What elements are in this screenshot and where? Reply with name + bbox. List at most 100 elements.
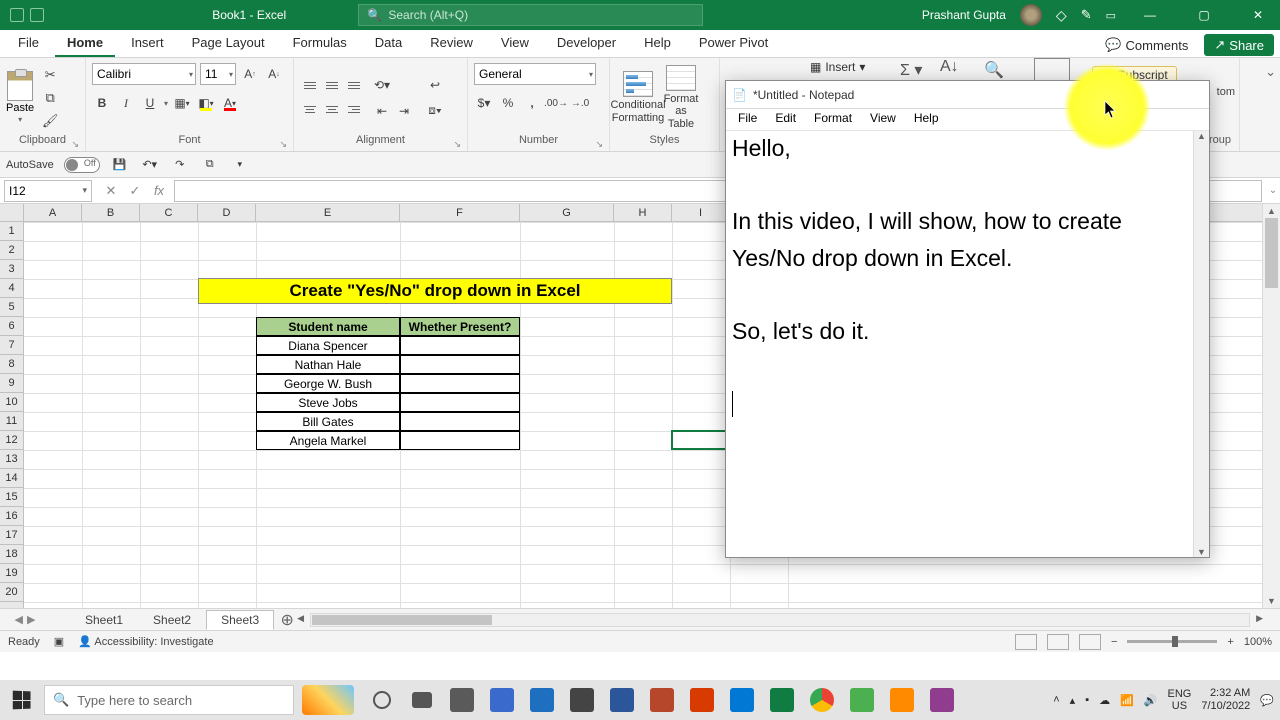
paste-button[interactable]: Paste ▾ [6, 71, 34, 124]
increase-font-icon[interactable]: A↑ [240, 63, 260, 85]
row-header[interactable]: 18 [0, 545, 23, 564]
column-header[interactable]: C [140, 204, 198, 221]
cancel-formula-icon[interactable]: ✕ [100, 181, 122, 201]
increase-indent-button[interactable]: ⇥ [394, 100, 414, 122]
sheet-tab[interactable]: Sheet1 [70, 610, 138, 630]
row-header[interactable]: 20 [0, 583, 23, 602]
taskbar-app[interactable] [722, 680, 762, 720]
clock[interactable]: 2:32 AM7/10/2022 [1201, 687, 1250, 713]
sheet-tab[interactable]: Sheet2 [138, 610, 206, 630]
column-header[interactable]: G [520, 204, 614, 221]
decrease-indent-button[interactable]: ⇤ [372, 100, 392, 122]
notepad-titlebar[interactable]: 📄 *Untitled - Notepad [726, 81, 1209, 109]
zoom-slider[interactable] [1127, 640, 1217, 643]
tray-icon[interactable]: ☁ [1099, 694, 1110, 707]
row-header[interactable]: 3 [0, 260, 23, 279]
table-cell[interactable] [400, 374, 520, 393]
comma-button[interactable]: , [522, 92, 542, 114]
normal-view-button[interactable] [1015, 634, 1037, 650]
align-top-button[interactable] [300, 75, 320, 97]
diamond-icon[interactable]: ◇ [1056, 7, 1067, 24]
table-cell[interactable] [400, 393, 520, 412]
touch-mode-icon[interactable]: ⧉ [200, 155, 220, 175]
taskbar-app[interactable] [442, 680, 482, 720]
row-header[interactable]: 19 [0, 564, 23, 583]
row-header[interactable]: 9 [0, 374, 23, 393]
vertical-scrollbar[interactable]: ▲ ▼ [1262, 204, 1280, 608]
insert-cells-button[interactable]: ▦ Insert ▾ [810, 60, 865, 74]
autosave-toggle[interactable]: Off [64, 157, 100, 173]
tray-icon[interactable]: ▴ [1070, 694, 1076, 707]
taskbar-app[interactable] [562, 680, 602, 720]
expand-formula-bar-icon[interactable]: ⌄ [1266, 185, 1280, 196]
scrollbar-thumb[interactable] [1265, 218, 1278, 288]
start-button[interactable] [0, 680, 44, 720]
italic-button[interactable]: I [116, 92, 136, 114]
taskbar-app[interactable] [922, 680, 962, 720]
merge-center-button[interactable]: ⧈▾ [422, 100, 448, 122]
page-break-view-button[interactable] [1079, 634, 1101, 650]
align-middle-button[interactable] [322, 75, 342, 97]
notepad-textarea[interactable]: Hello, In this video, I will show, how t… [732, 131, 1191, 539]
scroll-up-icon[interactable]: ▲ [1263, 204, 1280, 218]
row-header[interactable]: 14 [0, 469, 23, 488]
zoom-level[interactable]: 100% [1244, 636, 1272, 648]
qat-customize-icon[interactable]: ▾ [230, 155, 250, 175]
row-header[interactable]: 10 [0, 393, 23, 412]
notepad-scrollbar[interactable]: ▲ ▼ [1193, 131, 1209, 557]
close-button[interactable]: ✕ [1238, 0, 1278, 30]
row-header[interactable]: 13 [0, 450, 23, 469]
column-header[interactable]: A [24, 204, 82, 221]
column-header[interactable]: H [614, 204, 672, 221]
column-header[interactable]: E [256, 204, 400, 221]
taskbar-app[interactable] [482, 680, 522, 720]
align-bottom-button[interactable] [344, 75, 364, 97]
comments-button[interactable]: 💬 Comments [1097, 33, 1196, 57]
cut-icon[interactable]: ✂ [40, 65, 60, 85]
row-header[interactable]: 2 [0, 241, 23, 260]
table-header[interactable]: Student name [256, 317, 400, 336]
active-cell[interactable] [671, 430, 730, 450]
minimize-button[interactable]: — [1130, 0, 1170, 30]
fill-color-button[interactable]: ◧▾ [196, 92, 216, 114]
scroll-down-icon[interactable]: ▼ [1263, 594, 1280, 608]
bold-button[interactable]: B [92, 92, 112, 114]
align-right-button[interactable] [344, 99, 364, 121]
accessibility-status[interactable]: 👤 Accessibility: Investigate [78, 635, 213, 648]
taskbar-excel-icon[interactable] [762, 680, 802, 720]
table-header[interactable]: Whether Present? [400, 317, 520, 336]
row-header[interactable]: 5 [0, 298, 23, 317]
align-center-button[interactable] [322, 99, 342, 121]
task-view-icon[interactable] [402, 680, 442, 720]
macro-record-icon[interactable]: ▣ [54, 635, 64, 648]
notepad-menu-edit[interactable]: Edit [767, 109, 804, 130]
number-format-dropdown[interactable]: General [474, 63, 596, 85]
taskbar-search[interactable]: 🔍 Type here to search [44, 685, 294, 715]
ribbon-tab-power-pivot[interactable]: Power Pivot [687, 30, 780, 57]
pen-icon[interactable]: ✎ [1081, 7, 1092, 23]
tray-icon[interactable]: ▪ [1085, 694, 1089, 706]
table-cell[interactable]: Nathan Hale [256, 355, 400, 374]
column-header[interactable]: B [82, 204, 140, 221]
taskbar-chrome-icon[interactable] [802, 680, 842, 720]
table-cell[interactable] [400, 431, 520, 450]
table-cell[interactable]: Diana Spencer [256, 336, 400, 355]
search-highlight-icon[interactable] [302, 685, 354, 715]
row-header[interactable]: 16 [0, 507, 23, 526]
window-icon[interactable]: ▭ [1106, 9, 1116, 22]
ribbon-tab-formulas[interactable]: Formulas [281, 30, 359, 57]
decrease-font-icon[interactable]: A↓ [264, 63, 284, 85]
page-layout-view-button[interactable] [1047, 634, 1069, 650]
row-header[interactable]: 1 [0, 222, 23, 241]
taskbar-app[interactable] [842, 680, 882, 720]
table-cell[interactable]: George W. Bush [256, 374, 400, 393]
redo-button[interactable]: ↷ [170, 155, 190, 175]
ribbon-tab-home[interactable]: Home [55, 30, 115, 57]
notepad-menu-help[interactable]: Help [906, 109, 947, 130]
row-header[interactable]: 6 [0, 317, 23, 336]
fx-icon[interactable]: fx [148, 181, 170, 201]
row-header[interactable]: 11 [0, 412, 23, 431]
notepad-menu-view[interactable]: View [862, 109, 904, 130]
align-left-button[interactable] [300, 99, 320, 121]
ribbon-tab-developer[interactable]: Developer [545, 30, 628, 57]
